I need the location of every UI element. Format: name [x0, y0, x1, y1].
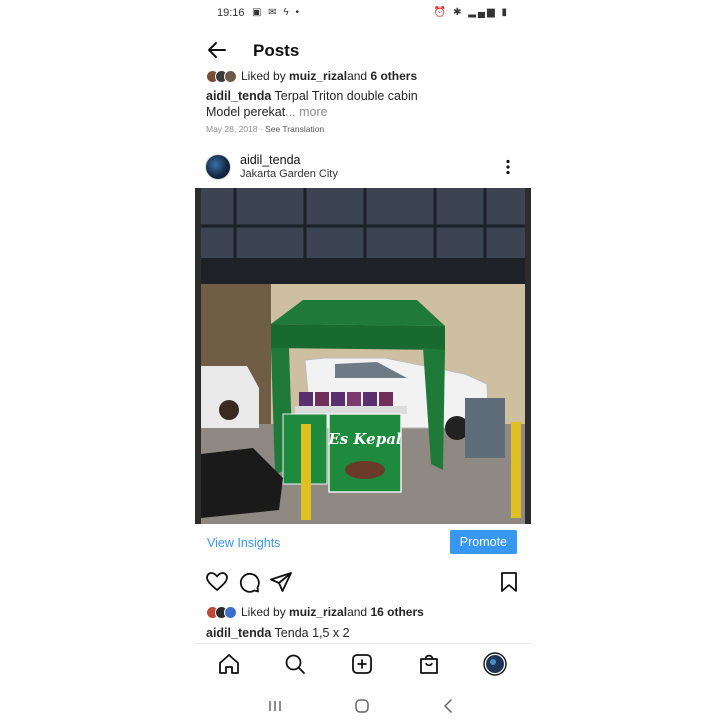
- profile-avatar-icon[interactable]: [483, 652, 507, 676]
- heart-icon[interactable]: [205, 570, 229, 594]
- post-username[interactable]: aidil_tenda: [240, 153, 300, 167]
- notification-icons: ▣ ✉ ϟ •: [252, 7, 301, 18]
- photo-sign-text: Es Kepal: [327, 430, 402, 448]
- liked-by-prefix: Liked by: [241, 605, 286, 619]
- home-icon[interactable]: [217, 652, 241, 676]
- person-vendor: [465, 398, 505, 458]
- caption-line: Model perekat... more: [206, 104, 526, 120]
- avatar: [224, 605, 237, 619]
- more-vertical-icon[interactable]: [505, 159, 511, 175]
- promote-button[interactable]: Promote: [449, 530, 517, 554]
- search-icon[interactable]: [283, 652, 307, 676]
- comment-icon[interactable]: [237, 570, 261, 594]
- home-button-icon[interactable]: [352, 696, 372, 716]
- liked-by-user[interactable]: muiz_rizal: [289, 605, 347, 619]
- liked-by-prefix: Liked by: [241, 69, 286, 83]
- bottom-navigation: [195, 648, 531, 684]
- avatar: [224, 69, 237, 83]
- caption-text-line2: Model perekat: [206, 105, 286, 119]
- divider: [195, 643, 531, 644]
- bollard-right: [511, 422, 521, 518]
- post-location[interactable]: Jakarta Garden City: [240, 168, 338, 180]
- caption-text: Terpal Triton double cabin: [271, 89, 418, 103]
- arrow-left-icon[interactable]: [205, 38, 229, 62]
- caption-username[interactable]: aidil_tenda: [206, 626, 271, 640]
- see-translation-link[interactable]: See Translation: [265, 124, 324, 134]
- back-chevron-icon[interactable]: [439, 696, 459, 716]
- system-navigation-bar: [195, 694, 531, 718]
- page-title: Posts: [253, 41, 300, 60]
- building-ledge: [201, 258, 525, 284]
- recent-apps-icon[interactable]: [265, 696, 285, 716]
- likes-summary[interactable]: Liked by muiz_rizal and 16 others: [206, 604, 424, 620]
- liked-by-suffix: and: [347, 605, 368, 619]
- liked-by-others[interactable]: 16 others: [370, 605, 423, 619]
- bookmark-icon[interactable]: [497, 570, 521, 594]
- send-icon[interactable]: [269, 570, 293, 594]
- bollard-left: [301, 424, 311, 520]
- liked-by-suffix: and: [347, 69, 368, 83]
- phone-screen: 19:16 ▣ ✉ ϟ • ⏰ ✱ ▂▄▆ ▮ Posts Liked by m…: [195, 0, 531, 726]
- post-date: May 28, 2018: [206, 124, 258, 134]
- shopping-bag-icon[interactable]: [417, 652, 441, 676]
- insights-bar: View Insights Promote: [195, 526, 531, 558]
- person-seated: [219, 400, 239, 420]
- caption: aidil_tenda Terpal Triton double cabin: [206, 88, 526, 104]
- stall-banner: [328, 413, 402, 493]
- plus-square-icon[interactable]: [350, 652, 374, 676]
- liker-avatars: [206, 69, 237, 83]
- caption-username[interactable]: aidil_tenda: [206, 89, 271, 103]
- post-header: aidil_tenda Jakarta Garden City: [205, 153, 525, 183]
- post-photo[interactable]: Es Kepal: [195, 188, 531, 524]
- caption: aidil_tenda Tenda 1,5 x 2: [206, 625, 350, 641]
- previous-post-footer: Liked by muiz_rizal and 6 others aidil_t…: [206, 68, 526, 134]
- more-link[interactable]: ... more: [285, 105, 327, 119]
- post-actions: [195, 570, 531, 596]
- view-insights-link[interactable]: View Insights: [207, 536, 280, 550]
- avatar[interactable]: [205, 154, 231, 180]
- system-status-icons: ⏰ ✱ ▂▄▆ ▮: [433, 7, 509, 18]
- liked-by-others[interactable]: 6 others: [370, 69, 417, 83]
- banner-food-image: [345, 461, 385, 479]
- liker-avatars: [206, 605, 237, 619]
- stall-counter-top: [295, 406, 407, 414]
- tent-valance: [271, 324, 445, 350]
- post-date-row: May 28, 2018 · See Translation: [206, 124, 325, 134]
- status-bar: 19:16 ▣ ✉ ϟ • ⏰ ✱ ▂▄▆ ▮: [195, 0, 531, 26]
- likes-summary[interactable]: Liked by muiz_rizal and 6 others: [206, 68, 526, 84]
- caption-text: Tenda 1,5 x 2: [271, 626, 350, 640]
- app-bar: Posts: [195, 36, 531, 64]
- liked-by-user[interactable]: muiz_rizal: [289, 69, 347, 83]
- status-time: 19:16: [217, 7, 245, 19]
